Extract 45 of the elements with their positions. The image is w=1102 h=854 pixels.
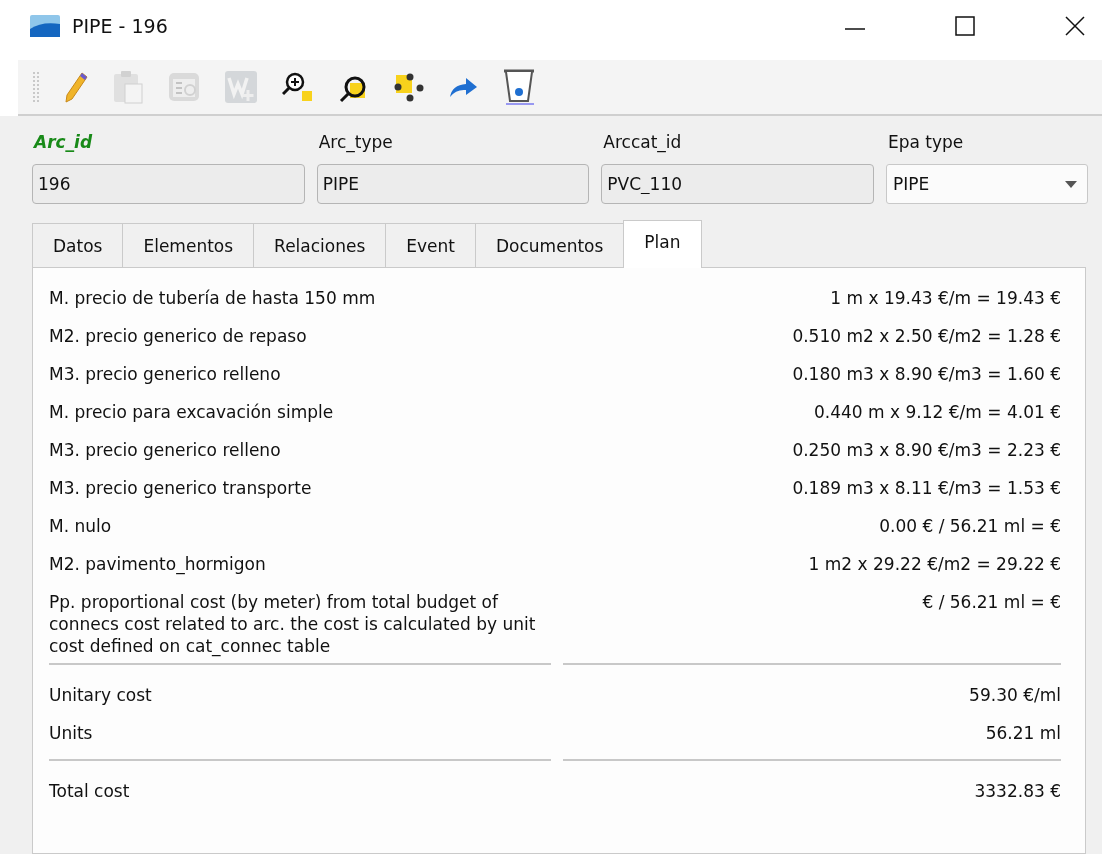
cost-label: M3. precio generico transporte: [49, 477, 312, 499]
cost-value: 0.440 m x 9.12 €/m = 4.01 €: [814, 401, 1061, 423]
cost-value: 0.189 m3 x 8.11 €/m3 = 1.53 €: [792, 477, 1061, 499]
cost-label: M2. precio generico de repaso: [49, 325, 307, 347]
grip-icon: [32, 70, 40, 104]
field-label: Arc_type: [317, 131, 393, 154]
cost-value: 0.180 m3 x 8.90 €/m3 = 1.60 €: [792, 363, 1061, 385]
summary-value: 59.30 €/ml: [969, 684, 1061, 706]
pencil-icon[interactable]: [64, 71, 88, 103]
field-label: Arccat_id: [602, 131, 682, 154]
cost-value: 0.250 m3 x 8.90 €/m3 = 2.23 €: [792, 439, 1061, 461]
field-label: Arc_id: [32, 131, 93, 154]
input-field[interactable]: 196: [32, 164, 305, 204]
input-field[interactable]: PIPE: [316, 164, 590, 204]
tab[interactable]: Datos: [32, 223, 124, 267]
window-title: PIPE - 196: [72, 15, 168, 37]
cost-label: Pp. proportional cost (by meter) from total budget of connecs cost related to arc. the cost is calculated by unit cost defined on cat_connec table: [49, 591, 537, 657]
nodes-icon[interactable]: [394, 71, 424, 103]
cost-label: M. precio para excavación simple: [49, 401, 334, 423]
epa-type-dropdown[interactable]: PIPE: [886, 164, 1088, 204]
cost-value: 1 m x 19.43 €/m = 19.43 €: [830, 287, 1061, 309]
cost-label: M3. precio generico relleno: [49, 363, 281, 385]
bin-icon[interactable]: [502, 69, 536, 105]
cost-label: M2. pavimento_hormigon: [49, 553, 266, 575]
caret-icon: [1065, 180, 1077, 188]
summary-label: Units: [49, 722, 93, 744]
summary-label: Unitary cost: [49, 684, 152, 706]
cost-value: 0.510 m2 x 2.50 €/m2 = 1.28 €: [792, 325, 1061, 347]
input-field[interactable]: PVC_110: [601, 164, 874, 204]
cost-value: 0.00 € / 56.21 ml = €: [879, 515, 1061, 537]
arrow-icon[interactable]: [448, 75, 478, 99]
tab[interactable]: Plan: [623, 220, 702, 268]
total-value: 3332.83 €: [974, 780, 1061, 802]
maximize-icon[interactable]: [954, 15, 976, 37]
cost-label: M3. precio generico relleno: [49, 439, 281, 461]
cost-label: M. nulo: [49, 515, 112, 537]
zoom-in-icon[interactable]: [282, 71, 314, 103]
close-icon[interactable]: [1064, 15, 1086, 37]
field-label: Epa type: [887, 131, 964, 154]
cost-label: M. precio de tubería de hasta 150 mm: [49, 287, 376, 309]
cost-value: 1 m2 x 29.22 €/m2 = 29.22 €: [808, 553, 1061, 575]
cost-value: € / 56.21 ml = €: [922, 591, 1061, 613]
total-label: Total cost: [49, 780, 130, 802]
summary-value: 56.21 ml: [985, 722, 1061, 744]
app-icon: [30, 15, 60, 37]
